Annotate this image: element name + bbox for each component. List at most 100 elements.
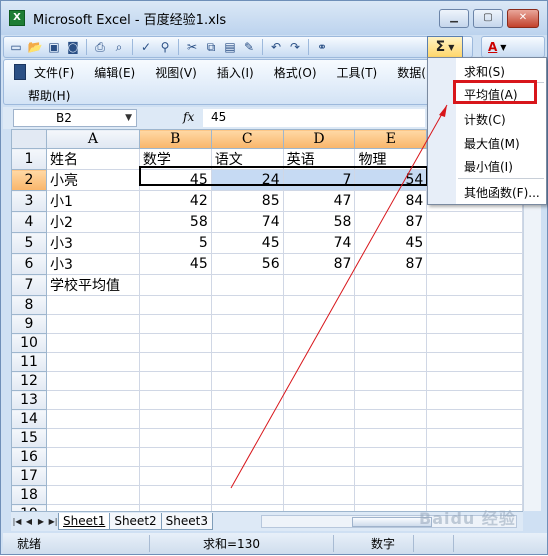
cell-d5[interactable]: 74 — [282, 232, 356, 254]
cell-d18[interactable] — [282, 485, 356, 505]
row-header[interactable]: 6 — [11, 253, 47, 275]
cell-d2[interactable]: 7 — [282, 169, 356, 191]
permission-icon[interactable]: ◙ — [65, 39, 81, 55]
menu-insert[interactable]: 插入(I) — [217, 64, 254, 81]
cell-b16[interactable] — [138, 447, 212, 467]
cell-b2[interactable]: 45 — [138, 169, 212, 191]
cut-icon[interactable]: ✂ — [184, 39, 200, 55]
cell-d3[interactable]: 47 — [282, 190, 356, 212]
select-all-corner[interactable] — [11, 129, 47, 149]
cell-c14[interactable] — [210, 409, 284, 429]
spelling-icon[interactable]: ✓ — [138, 39, 154, 55]
cell-f9[interactable] — [426, 314, 523, 334]
column-header-a[interactable]: A — [45, 129, 140, 149]
open-icon[interactable]: 📂 — [27, 39, 43, 55]
cell-b6[interactable]: 45 — [138, 253, 212, 275]
cell-f6[interactable] — [426, 253, 523, 275]
cell-e1[interactable]: 物理 — [354, 148, 428, 170]
cell-d8[interactable] — [282, 295, 356, 315]
maximize-button[interactable]: ▢ — [473, 9, 503, 28]
row-header[interactable]: 13 — [11, 390, 47, 410]
cell-e7[interactable] — [354, 274, 428, 296]
cell-e8[interactable] — [354, 295, 428, 315]
new-icon[interactable]: ▭ — [8, 39, 24, 55]
row-header[interactable]: 3 — [11, 190, 47, 212]
formula-input[interactable]: 45 — [203, 109, 425, 127]
menu-item-count[interactable]: 计数(C) — [464, 111, 506, 128]
cell-d17[interactable] — [282, 466, 356, 486]
cell-e5[interactable]: 45 — [354, 232, 428, 254]
menu-tools[interactable]: 工具(T) — [337, 64, 378, 81]
chevron-down-icon[interactable]: ▼ — [125, 110, 132, 126]
cell-b5[interactable]: 5 — [138, 232, 212, 254]
column-header-b[interactable]: B — [138, 129, 212, 149]
menu-view[interactable]: 视图(V) — [155, 64, 197, 81]
cell-c3[interactable]: 85 — [210, 190, 284, 212]
cell-c15[interactable] — [210, 428, 284, 448]
cell-c1[interactable]: 语文 — [210, 148, 284, 170]
cell-d16[interactable] — [282, 447, 356, 467]
autosum-button[interactable]: Σ ▼ — [427, 36, 463, 58]
menu-edit[interactable]: 编辑(E) — [94, 64, 135, 81]
cell-d15[interactable] — [282, 428, 356, 448]
paste-icon[interactable]: ▤ — [222, 39, 238, 55]
cell-a1[interactable]: 姓名 — [45, 148, 140, 170]
copy-icon[interactable]: ⧉ — [203, 39, 219, 55]
row-header[interactable]: 4 — [11, 211, 47, 233]
row-header[interactable]: 2 — [11, 169, 47, 191]
cell-c9[interactable] — [210, 314, 284, 334]
tab-sheet1[interactable]: Sheet1 — [58, 513, 111, 530]
cell-b17[interactable] — [138, 466, 212, 486]
cell-c17[interactable] — [210, 466, 284, 486]
cell-a7[interactable]: 学校平均值 — [45, 274, 140, 296]
cell-f12[interactable] — [426, 371, 523, 391]
menu-help[interactable]: 帮助(H) — [28, 87, 70, 104]
cell-d12[interactable] — [282, 371, 356, 391]
chevron-down-icon[interactable]: ▼ — [500, 43, 506, 52]
cell-c12[interactable] — [210, 371, 284, 391]
cell-c8[interactable] — [210, 295, 284, 315]
cell-d6[interactable]: 87 — [282, 253, 356, 275]
cell-c4[interactable]: 74 — [210, 211, 284, 233]
cell-c13[interactable] — [210, 390, 284, 410]
excel-app-icon[interactable]: X — [9, 10, 25, 26]
cell-e3[interactable]: 84 — [354, 190, 428, 212]
excel-menu-icon[interactable] — [14, 64, 26, 80]
cell-e11[interactable] — [354, 352, 428, 372]
cell-b11[interactable] — [138, 352, 212, 372]
close-button[interactable]: ✕ — [507, 9, 539, 28]
cell-b13[interactable] — [138, 390, 212, 410]
cell-a4[interactable]: 小2 — [45, 211, 140, 233]
cell-e16[interactable] — [354, 447, 428, 467]
row-header[interactable]: 11 — [11, 352, 47, 372]
row-header[interactable]: 10 — [11, 333, 47, 353]
cell-c6[interactable]: 56 — [210, 253, 284, 275]
next-sheet-icon[interactable]: ▶ — [35, 517, 47, 526]
cell-a14[interactable] — [45, 409, 140, 429]
cell-f17[interactable] — [426, 466, 523, 486]
print-preview-icon[interactable]: ⌕ — [111, 39, 127, 55]
menu-item-sum[interactable]: 求和(S) — [464, 63, 505, 80]
cell-a17[interactable] — [45, 466, 140, 486]
name-box[interactable]: B2 ▼ — [13, 109, 137, 127]
cell-f16[interactable] — [426, 447, 523, 467]
chevron-down-icon[interactable]: ▼ — [448, 43, 454, 52]
cell-d4[interactable]: 58 — [282, 211, 356, 233]
menu-file[interactable]: 文件(F) — [34, 64, 74, 81]
column-header-e[interactable]: E — [354, 129, 428, 149]
cell-a10[interactable] — [45, 333, 140, 353]
cell-e6[interactable]: 87 — [354, 253, 428, 275]
row-header[interactable]: 16 — [11, 447, 47, 467]
cell-a9[interactable] — [45, 314, 140, 334]
save-icon[interactable]: ▣ — [46, 39, 62, 55]
cell-f10[interactable] — [426, 333, 523, 353]
font-color-icon[interactable]: A — [488, 40, 497, 54]
cell-a12[interactable] — [45, 371, 140, 391]
fx-icon[interactable]: fx — [183, 110, 194, 124]
row-header[interactable]: 9 — [11, 314, 47, 334]
cell-e10[interactable] — [354, 333, 428, 353]
row-header[interactable]: 15 — [11, 428, 47, 448]
redo-icon[interactable]: ↷ — [287, 39, 303, 55]
cell-b3[interactable]: 42 — [138, 190, 212, 212]
cell-a11[interactable] — [45, 352, 140, 372]
